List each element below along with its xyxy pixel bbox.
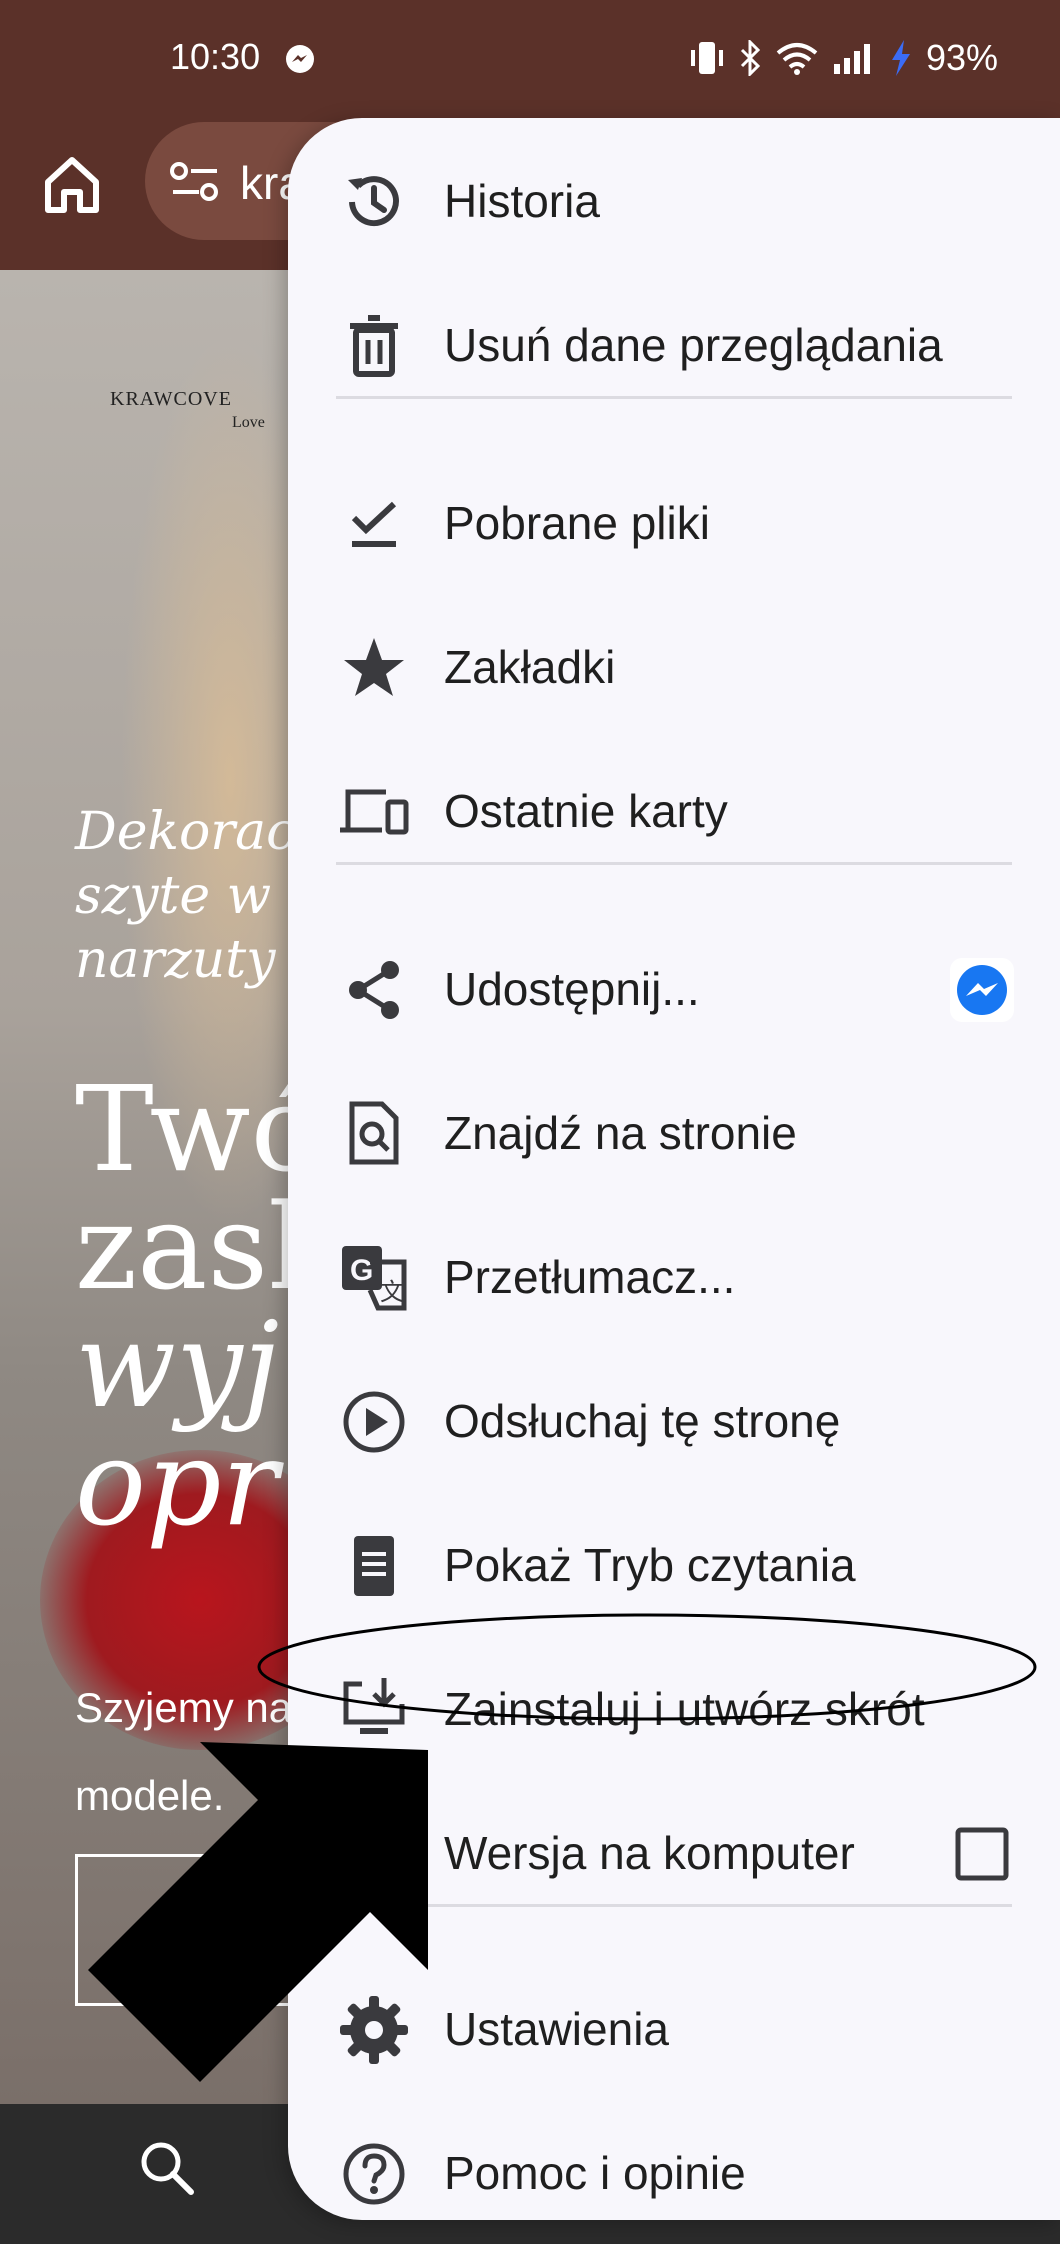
site-logo[interactable]: KRAWCOVE Love bbox=[110, 380, 290, 470]
bluetooth-icon bbox=[740, 40, 761, 76]
menu-item-label: Wersja na komputer bbox=[444, 1827, 855, 1879]
menu-item-label: Udostępnij... bbox=[444, 963, 700, 1015]
trash-icon bbox=[350, 315, 398, 377]
hero-subtitle-line: Dekorac bbox=[75, 802, 296, 862]
highlight-ellipse bbox=[257, 1613, 1037, 1721]
menu-item-share[interactable]: Udostępnij... bbox=[288, 920, 1060, 1060]
star-icon bbox=[344, 638, 404, 696]
menu-item-clear-browsing-data[interactable]: Usuń dane przeglądania bbox=[288, 276, 1060, 416]
history-icon bbox=[348, 176, 399, 227]
svg-text:文: 文 bbox=[380, 1279, 404, 1306]
download-check-icon bbox=[351, 501, 397, 547]
clock: 10:30 bbox=[170, 36, 261, 77]
menu-item-label: Zakładki bbox=[444, 641, 616, 693]
reader-mode-icon bbox=[354, 1536, 394, 1596]
signal-icon bbox=[834, 44, 870, 74]
play-circle-icon bbox=[343, 1391, 405, 1453]
site-settings-icon[interactable] bbox=[169, 160, 221, 204]
messenger-icon[interactable] bbox=[950, 958, 1014, 1022]
menu-divider bbox=[336, 396, 1012, 399]
menu-item-translate[interactable]: G 文 Przetłumacz... bbox=[288, 1208, 1060, 1348]
translate-icon: G 文 bbox=[342, 1246, 407, 1311]
logo-sub: Love bbox=[232, 414, 265, 431]
desktop-site-checkbox[interactable] bbox=[950, 1822, 1014, 1886]
menu-item-find-in-page[interactable]: Znajdź na stronie bbox=[288, 1064, 1060, 1204]
menu-item-label: Pokaż Tryb czytania bbox=[444, 1539, 856, 1591]
wifi-icon bbox=[776, 43, 818, 75]
help-icon bbox=[343, 2143, 405, 2205]
vibrate-icon bbox=[691, 42, 723, 74]
menu-item-label: Ustawienia bbox=[444, 2003, 669, 2055]
devices-icon bbox=[340, 789, 409, 835]
menu-item-label: Usuń dane przeglądania bbox=[444, 319, 943, 371]
menu-item-help[interactable]: Pomoc i opinie bbox=[288, 2104, 1060, 2220]
menu-item-label: Ostatnie karty bbox=[444, 785, 728, 837]
search-icon[interactable] bbox=[135, 2136, 197, 2198]
share-icon bbox=[349, 961, 399, 1019]
home-icon[interactable] bbox=[40, 152, 104, 216]
menu-divider bbox=[336, 862, 1012, 865]
hero-subtitle-line: narzuty bbox=[75, 930, 276, 990]
menu-item-label: Historia bbox=[444, 175, 600, 227]
logo-brand: KRAWCOVE bbox=[110, 388, 232, 410]
pointer-arrow bbox=[88, 1742, 428, 2082]
menu-item-label: Pobrane pliki bbox=[444, 497, 710, 549]
hero-subtitle: Dekorac szyte w narzuty bbox=[75, 800, 295, 992]
hero-subtitle-line: szyte w bbox=[75, 866, 272, 926]
menu-item-label: Odsłuchaj tę stronę bbox=[444, 1395, 841, 1447]
messenger-notification-icon bbox=[286, 45, 314, 73]
svg-text:G: G bbox=[350, 1254, 373, 1287]
battery-percent: 93% bbox=[926, 37, 999, 78]
menu-item-downloads[interactable]: Pobrane pliki bbox=[288, 454, 1060, 594]
menu-item-listen[interactable]: Odsłuchaj tę stronę bbox=[288, 1352, 1060, 1492]
find-in-page-icon bbox=[349, 1101, 399, 1165]
menu-item-label: Znajdź na stronie bbox=[444, 1107, 797, 1159]
menu-item-recent-tabs[interactable]: Ostatnie karty bbox=[288, 742, 1060, 882]
status-bar: 10:30 93% bbox=[0, 0, 1060, 118]
system-icons: 93% bbox=[690, 36, 998, 80]
menu-item-history[interactable]: Historia bbox=[288, 132, 1060, 272]
menu-item-label: Pomoc i opinie bbox=[444, 2147, 746, 2199]
menu-item-label: Przetłumacz... bbox=[444, 1251, 736, 1303]
charging-bolt-icon bbox=[892, 40, 910, 76]
menu-item-bookmarks[interactable]: Zakładki bbox=[288, 598, 1060, 738]
